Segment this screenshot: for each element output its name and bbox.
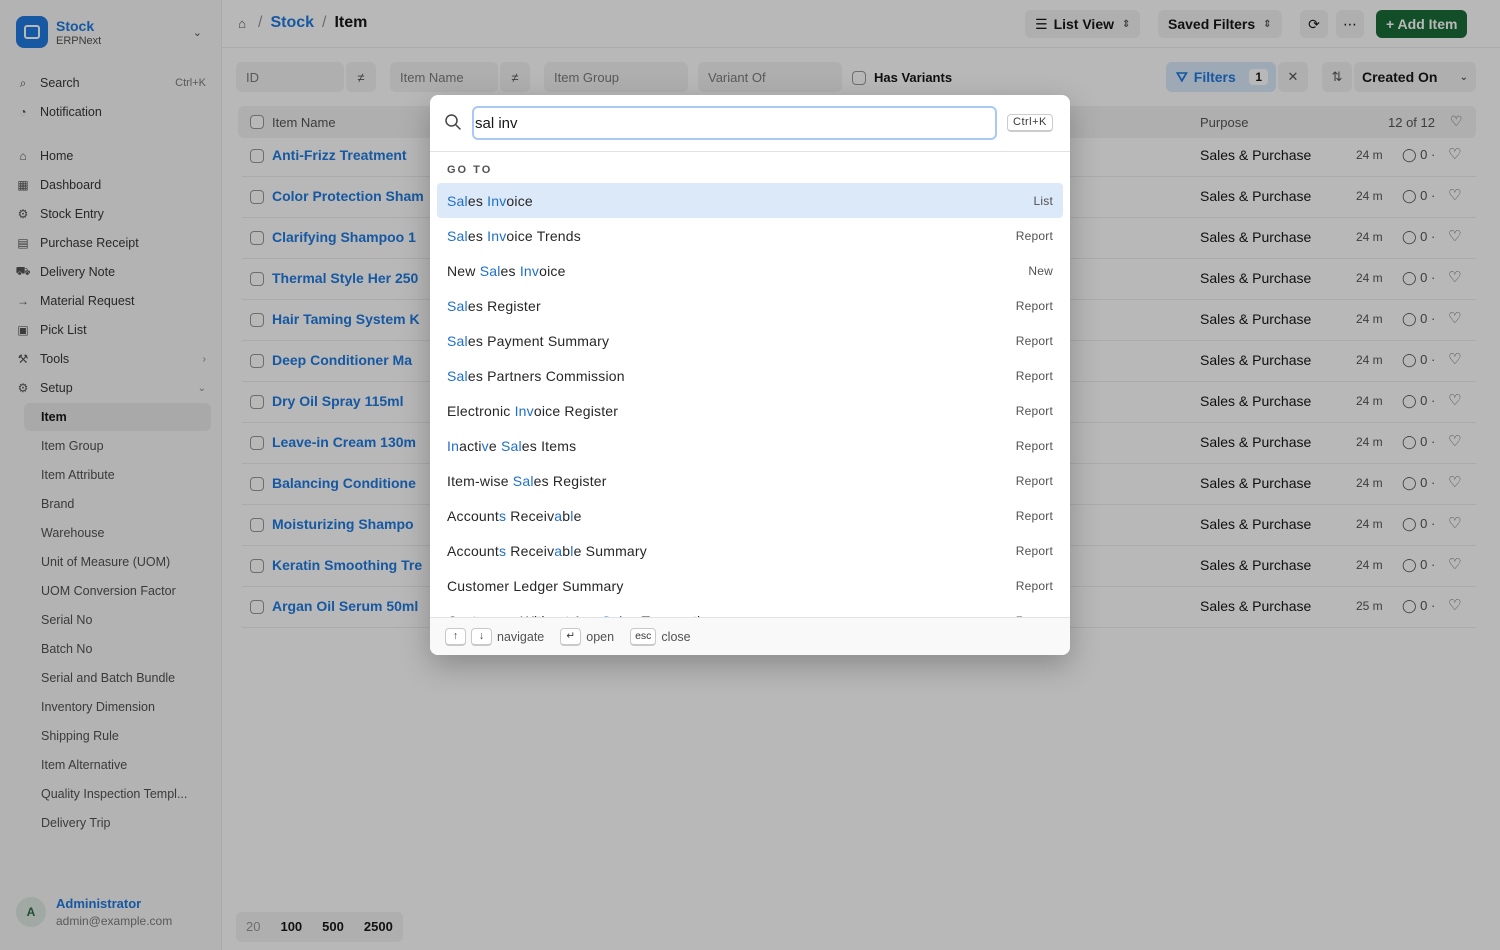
- arrow-down-icon: ↓: [471, 627, 492, 646]
- result-type: Report: [1015, 403, 1053, 418]
- result-text: es Items: [521, 437, 577, 454]
- result-text: es Register: [533, 472, 607, 489]
- search-icon: [445, 114, 461, 130]
- result-type: Report: [1015, 438, 1053, 453]
- result-type: Report: [1015, 508, 1053, 523]
- navigate-hint: navigate: [497, 629, 545, 644]
- result-text: Customer Ledger Summary: [447, 577, 624, 594]
- palette-result[interactable]: New Sales Invoice New: [437, 253, 1063, 288]
- palette-result[interactable]: Electronic Invoice Register Report: [437, 393, 1063, 428]
- close-hint: close: [661, 629, 691, 644]
- result-text: es Payment Summary: [467, 332, 610, 349]
- result-text: New: [447, 262, 480, 279]
- result-text: oice Trends: [506, 227, 581, 244]
- match-highlight: Inv: [514, 402, 534, 419]
- result-type: Report: [1015, 228, 1053, 243]
- palette-result[interactable]: Inactive Sales Items Report: [437, 428, 1063, 463]
- result-text: oice Register: [533, 402, 619, 419]
- result-label: Sales Register: [447, 298, 541, 314]
- match-highlight: Sal: [447, 192, 468, 209]
- result-text: e: [488, 437, 501, 454]
- match-highlight: In: [447, 437, 460, 454]
- result-label: Sales Invoice Trends: [447, 228, 581, 244]
- match-highlight: Sal: [500, 437, 522, 454]
- match-highlight: Sal: [447, 227, 468, 244]
- palette-result[interactable]: Sales Invoice List: [437, 183, 1063, 218]
- result-label: Sales Partners Commission: [447, 368, 625, 384]
- arrow-up-icon: ↑: [445, 627, 466, 646]
- match-highlight: Inv: [487, 192, 507, 209]
- palette-result[interactable]: Customer Ledger Summary Report: [437, 568, 1063, 603]
- palette-shortcut: Ctrl+K: [1007, 114, 1053, 132]
- result-label: Customer Ledger Summary: [447, 578, 624, 594]
- result-text: Item-wise: [447, 472, 513, 489]
- result-label: Item-wise Sales Register: [447, 473, 607, 489]
- result-text: es: [467, 192, 488, 209]
- result-text: e Summary: [573, 542, 647, 559]
- result-text: Electronic: [447, 402, 515, 419]
- palette-search-bar: Ctrl+K: [430, 95, 1070, 152]
- palette-result[interactable]: Sales Invoice Trends Report: [437, 218, 1063, 253]
- enter-key-icon: ↵: [560, 627, 582, 646]
- result-text: es: [467, 227, 488, 244]
- result-text: oice: [539, 262, 566, 279]
- result-label: New Sales Invoice: [447, 263, 566, 279]
- palette-results: Sales Invoice List Sales Invoice Trends Rep…: [437, 183, 1063, 617]
- result-label: Electronic Invoice Register: [447, 403, 618, 419]
- palette-result[interactable]: Accounts Receivable Summary Report: [437, 533, 1063, 568]
- palette-result[interactable]: Item-wise Sales Register Report: [437, 463, 1063, 498]
- palette-search-input[interactable]: [472, 106, 997, 140]
- result-label: Accounts Receivable: [447, 508, 582, 524]
- match-highlight: Inv: [519, 262, 540, 279]
- palette-result[interactable]: Sales Partners Commission Report: [437, 358, 1063, 393]
- palette-result[interactable]: Accounts Receivable Report: [437, 498, 1063, 533]
- match-highlight: v: [481, 437, 489, 454]
- result-text: Recei: [506, 507, 548, 524]
- result-text: es Partners Commission: [467, 367, 625, 384]
- result-type: Report: [1015, 543, 1053, 558]
- section-go-to: GO TO: [447, 164, 493, 176]
- result-type: List: [1033, 193, 1053, 208]
- result-text: e: [573, 507, 582, 524]
- match-highlight: Sal: [512, 472, 534, 489]
- match-highlight: Sal: [479, 262, 501, 279]
- result-label: Sales Invoice: [447, 193, 533, 209]
- palette-result[interactable]: Sales Payment Summary Report: [437, 323, 1063, 358]
- result-type: Report: [1015, 578, 1053, 593]
- result-text: acti: [459, 437, 482, 454]
- match-highlight: Inv: [487, 227, 507, 244]
- result-text: Recei: [506, 542, 548, 559]
- open-hint: open: [586, 629, 615, 644]
- result-text: oice: [506, 192, 533, 209]
- match-highlight: Sal: [447, 332, 468, 349]
- palette-result[interactable]: Customers Without Any Sales Transactions…: [437, 603, 1063, 618]
- result-label: Accounts Receivable Summary: [447, 543, 647, 559]
- result-label: Inactive Sales Items: [447, 438, 576, 454]
- result-type: Report: [1015, 473, 1053, 488]
- result-label: Sales Payment Summary: [447, 333, 609, 349]
- palette-footer: ↑ ↓ navigate ↵ open esc close: [430, 617, 1070, 655]
- result-type: New: [1028, 263, 1053, 278]
- result-text: es: [500, 262, 520, 279]
- result-type: Report: [1015, 333, 1053, 348]
- result-type: Report: [1015, 368, 1053, 383]
- match-highlight: Sal: [447, 297, 468, 314]
- result-type: Report: [1015, 298, 1053, 313]
- palette-result[interactable]: Sales Register Report: [437, 288, 1063, 323]
- result-text: es Register: [467, 297, 541, 314]
- command-palette: Ctrl+K GO TO Sales InvoiceListSales Invo…: [430, 95, 1070, 655]
- esc-key: esc: [630, 627, 657, 646]
- match-highlight: Sal: [447, 367, 468, 384]
- result-text: Account: [447, 507, 499, 524]
- result-text: Account: [447, 542, 499, 559]
